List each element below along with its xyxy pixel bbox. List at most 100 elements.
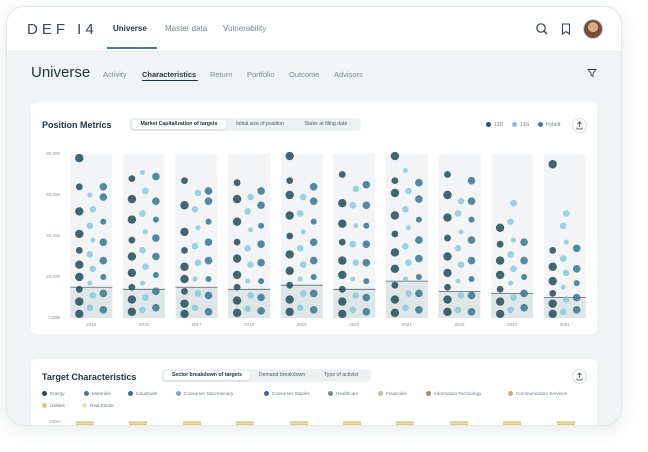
data-point-13g[interactable] bbox=[352, 292, 360, 299]
data-point-hybrid[interactable] bbox=[415, 236, 423, 244]
data-point-hybrid[interactable] bbox=[204, 256, 213, 265]
data-point-hybrid[interactable] bbox=[309, 306, 318, 314]
data-point-13g[interactable] bbox=[510, 294, 517, 301]
data-point-13g[interactable] bbox=[508, 280, 514, 286]
data-point-hybrid[interactable] bbox=[362, 201, 371, 210]
data-point-13g[interactable] bbox=[191, 304, 199, 312]
tab-portfolio[interactable]: Portfolio bbox=[247, 70, 275, 79]
data-point-13g[interactable] bbox=[405, 290, 412, 297]
data-point-hybrid[interactable] bbox=[467, 308, 476, 316]
data-point-hybrid[interactable] bbox=[204, 308, 213, 316]
data-point-13d[interactable] bbox=[338, 256, 347, 265]
data-point-13d[interactable] bbox=[549, 290, 557, 297]
data-point-13d[interactable] bbox=[128, 283, 136, 291]
data-point-13d[interactable] bbox=[390, 188, 400, 198]
data-point-13g[interactable] bbox=[299, 290, 307, 297]
data-point-13d[interactable] bbox=[75, 183, 83, 191]
data-point-13d[interactable] bbox=[232, 296, 242, 305]
data-point-13d[interactable] bbox=[548, 276, 557, 286]
data-point-hybrid[interactable] bbox=[258, 278, 265, 285]
data-point-hybrid[interactable] bbox=[362, 308, 371, 316]
data-point-hybrid[interactable] bbox=[572, 306, 581, 314]
data-point-13g[interactable] bbox=[402, 304, 409, 312]
data-point-13d[interactable] bbox=[390, 248, 400, 257]
data-point-13g[interactable] bbox=[402, 276, 408, 282]
data-point-13g[interactable] bbox=[194, 290, 202, 297]
data-point-hybrid[interactable] bbox=[99, 183, 108, 191]
data-point-hybrid[interactable] bbox=[520, 289, 528, 298]
export-button[interactable] bbox=[572, 369, 587, 384]
data-point-13d[interactable] bbox=[233, 179, 241, 187]
data-point-hybrid[interactable] bbox=[152, 197, 160, 205]
data-point-13d[interactable] bbox=[286, 177, 294, 185]
data-point-13d[interactable] bbox=[548, 309, 557, 319]
data-point-13d[interactable] bbox=[496, 240, 504, 248]
data-point-hybrid[interactable] bbox=[257, 293, 265, 302]
data-point-13d[interactable] bbox=[548, 299, 557, 308]
data-point-13g[interactable] bbox=[352, 259, 360, 266]
data-point-13g[interactable] bbox=[86, 222, 94, 230]
segment-type-of-activist[interactable]: Type of activist bbox=[314, 371, 368, 380]
data-point-hybrid[interactable] bbox=[257, 240, 265, 248]
data-point-13d[interactable] bbox=[75, 260, 84, 269]
tab-return[interactable]: Return bbox=[210, 70, 233, 79]
data-point-13d[interactable] bbox=[496, 285, 504, 293]
data-point-13d[interactable] bbox=[75, 309, 84, 319]
tab-characteristics[interactable]: Characteristics bbox=[142, 70, 196, 79]
data-point-13g[interactable] bbox=[244, 305, 251, 313]
data-point-13d[interactable] bbox=[75, 153, 84, 163]
data-point-hybrid[interactable] bbox=[309, 289, 318, 298]
data-point-hybrid[interactable] bbox=[520, 238, 528, 246]
nav-universe[interactable]: Universe bbox=[113, 24, 147, 33]
data-point-13d[interactable] bbox=[286, 281, 294, 289]
tab-activity[interactable]: Activity bbox=[103, 70, 127, 79]
data-point-13d[interactable] bbox=[232, 254, 242, 263]
data-point-13d[interactable] bbox=[285, 266, 294, 276]
data-point-13d[interactable] bbox=[128, 175, 136, 182]
data-point-13d[interactable] bbox=[444, 171, 451, 178]
data-point-13d[interactable] bbox=[127, 268, 137, 278]
data-point-13d[interactable] bbox=[127, 252, 137, 261]
data-point-13d[interactable] bbox=[181, 177, 188, 185]
data-point-13d[interactable] bbox=[75, 285, 83, 293]
data-point-13d[interactable] bbox=[232, 270, 242, 280]
data-point-13d[interactable] bbox=[232, 194, 242, 204]
data-point-13g[interactable] bbox=[244, 208, 251, 215]
data-point-13g[interactable] bbox=[90, 237, 96, 243]
data-point-13d[interactable] bbox=[391, 230, 399, 238]
data-point-13g[interactable] bbox=[457, 261, 465, 268]
data-point-13d[interactable] bbox=[181, 246, 188, 254]
data-point-13d[interactable] bbox=[391, 177, 399, 185]
data-point-hybrid[interactable] bbox=[415, 306, 423, 314]
data-point-hybrid[interactable] bbox=[99, 256, 108, 265]
data-point-13d[interactable] bbox=[338, 199, 347, 208]
data-point-13g[interactable] bbox=[300, 229, 306, 235]
data-point-hybrid[interactable] bbox=[572, 293, 581, 302]
data-point-hybrid[interactable] bbox=[99, 306, 108, 314]
data-point-13d[interactable] bbox=[285, 307, 294, 317]
data-point-hybrid[interactable] bbox=[467, 236, 476, 244]
data-point-13d[interactable] bbox=[285, 211, 294, 220]
data-point-13g[interactable] bbox=[139, 210, 146, 217]
data-point-13d[interactable] bbox=[75, 272, 84, 282]
data-point-hybrid[interactable] bbox=[204, 238, 213, 246]
data-point-13d[interactable] bbox=[443, 190, 452, 200]
data-point-13g[interactable] bbox=[296, 245, 304, 252]
data-point-13g[interactable] bbox=[457, 292, 465, 299]
data-point-13d[interactable] bbox=[285, 295, 294, 304]
data-point-13g[interactable] bbox=[245, 278, 251, 284]
data-point-13g[interactable] bbox=[402, 242, 409, 250]
data-point-hybrid[interactable] bbox=[309, 183, 318, 191]
data-point-13g[interactable] bbox=[248, 227, 254, 233]
data-point-hybrid[interactable] bbox=[362, 180, 371, 189]
data-point-hybrid[interactable] bbox=[572, 244, 581, 253]
data-point-13g[interactable] bbox=[559, 222, 567, 230]
data-point-hybrid[interactable] bbox=[152, 303, 160, 312]
data-point-hybrid[interactable] bbox=[204, 291, 213, 300]
data-point-13g[interactable] bbox=[559, 255, 567, 262]
data-point-hybrid[interactable] bbox=[467, 197, 476, 205]
data-point-13d[interactable] bbox=[180, 227, 189, 237]
data-point-13d[interactable] bbox=[285, 250, 294, 259]
data-point-13g[interactable] bbox=[507, 251, 514, 258]
data-point-13g[interactable] bbox=[86, 251, 94, 258]
